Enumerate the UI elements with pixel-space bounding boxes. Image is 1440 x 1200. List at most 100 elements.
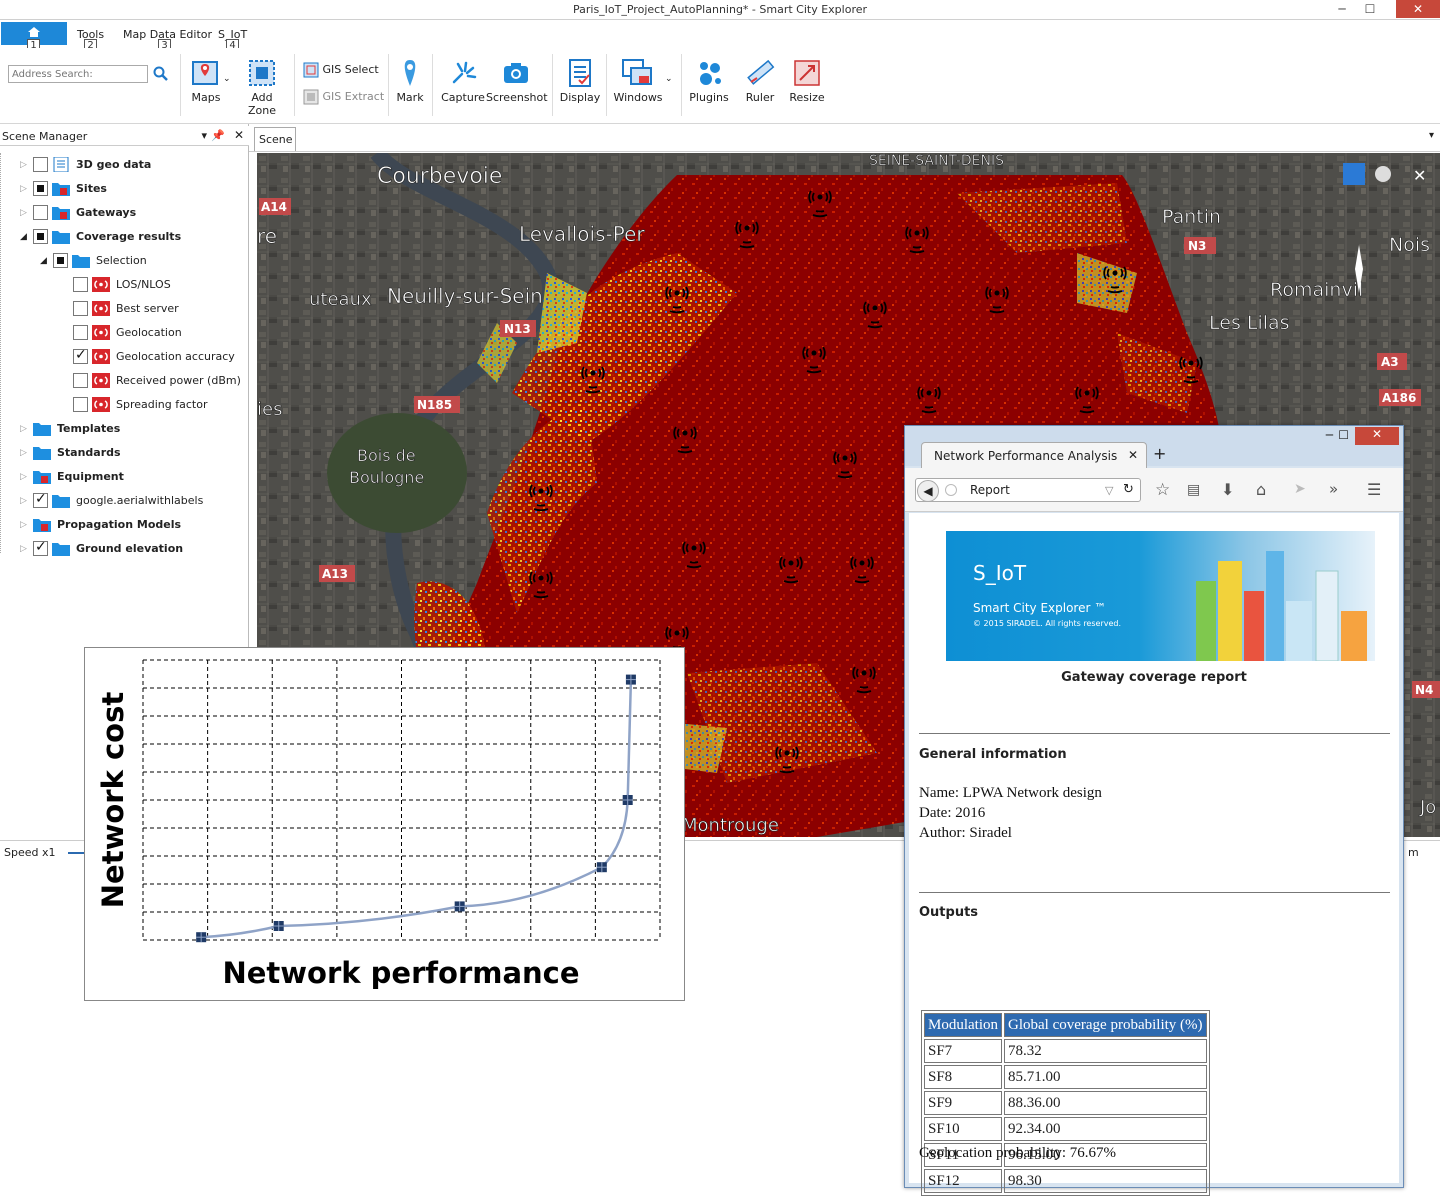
resize-label: Resize (789, 91, 825, 104)
window-titlebar: Paris_IoT_Project_AutoPlanning* - Smart … (0, 0, 1440, 20)
tree-item[interactable]: ▷ Equipment (0, 469, 246, 487)
maps-button[interactable]: Maps (188, 58, 224, 104)
url-dropdown-icon[interactable]: ▽ (1105, 484, 1113, 497)
minimize-button[interactable]: ─ (1328, 0, 1356, 18)
maps-dropdown-icon[interactable]: ⌄ (223, 74, 231, 84)
tree-item[interactable]: ▷google.aerialwithlabels (0, 491, 246, 511)
browser-minimize-button[interactable]: ─ (1326, 428, 1333, 442)
tree-checkbox[interactable] (73, 347, 88, 364)
tree-item[interactable]: LOS/NLOS (0, 277, 246, 295)
table-cell: 85.71.00 (1004, 1065, 1207, 1089)
display-button[interactable]: Display (559, 58, 601, 104)
tree-guide-line (0, 153, 1, 553)
browser-close-button[interactable]: ✕ (1355, 427, 1399, 445)
browser-tab[interactable]: Network Performance Analysis ✕ (921, 442, 1147, 468)
tree-checkbox[interactable] (33, 181, 48, 196)
data-point (196, 932, 207, 943)
ruler-icon (747, 59, 775, 85)
compass-icon[interactable] (1375, 166, 1391, 182)
hamburger-menu-icon[interactable]: ☰ (1367, 480, 1381, 499)
tree-item[interactable]: ▷ Standards (0, 445, 246, 463)
tree-item[interactable]: ▷ 3D geo data (0, 156, 246, 175)
data-point (454, 901, 465, 912)
ruler-button[interactable]: Ruler (742, 58, 778, 104)
gis-select-button[interactable]: GIS Select (303, 62, 379, 78)
ribbon-separator (180, 54, 181, 116)
label-courbevoie: Courbevoie (377, 164, 502, 189)
y-axis-label: Network cost (96, 692, 130, 909)
bookmark-star-icon[interactable]: ☆ (1155, 480, 1170, 500)
screenshot-button[interactable]: Screenshot (486, 58, 548, 104)
tree-checkbox[interactable] (73, 301, 88, 316)
plugins-button[interactable]: Plugins (688, 58, 730, 104)
tree-checkbox[interactable] (33, 157, 48, 172)
reading-list-icon[interactable]: ▤ (1187, 482, 1200, 498)
close-window-button[interactable]: ✕ (1396, 0, 1440, 18)
pin-icon (404, 60, 416, 86)
tree-item[interactable]: Best server (0, 301, 246, 319)
search-icon[interactable] (153, 66, 169, 82)
browser-tab-close-icon[interactable]: ✕ (1128, 448, 1138, 462)
tree-checkbox[interactable] (53, 253, 68, 268)
tree-item[interactable]: ◢ Selection (0, 253, 246, 271)
back-button[interactable]: ◀ (917, 480, 939, 502)
plugins-icon (700, 62, 721, 85)
tree-checkbox[interactable] (73, 373, 88, 388)
tree-item-label: Equipment (57, 470, 124, 483)
new-tab-button[interactable]: + (1153, 444, 1166, 463)
outputs-heading: Outputs (919, 905, 979, 920)
tree-checkbox[interactable] (73, 325, 88, 340)
tree-checkbox[interactable] (73, 277, 88, 292)
map-close-icon[interactable]: ✕ (1413, 166, 1426, 185)
road-n3: N3 (1188, 239, 1206, 253)
globe-icon[interactable] (1343, 163, 1365, 185)
pin-panel-icon[interactable]: 📌 (211, 129, 225, 142)
tab-list-dropdown-icon[interactable]: ▾ (1429, 130, 1434, 141)
table-row: SF7 78.32 (924, 1039, 1207, 1063)
table-cell: SF9 (924, 1091, 1002, 1115)
windows-button[interactable]: Windows (612, 58, 664, 104)
reload-icon[interactable]: ↻ (1123, 482, 1134, 497)
tab-scene[interactable]: Scene (254, 127, 296, 151)
tree-checkbox[interactable] (33, 539, 48, 556)
tree-item[interactable]: Spreading factor (0, 397, 246, 415)
page-info-icon[interactable] (945, 484, 957, 496)
tree-item-label: Selection (96, 254, 147, 267)
send-icon[interactable]: ➤ (1294, 481, 1306, 497)
address-search-input[interactable] (8, 65, 148, 83)
scale-unit: m (1408, 846, 1419, 859)
windows-dropdown-icon[interactable]: ⌄ (665, 74, 673, 84)
tree-checkbox[interactable] (33, 229, 48, 244)
maximize-button[interactable]: ☐ (1356, 0, 1384, 18)
browser-maximize-button[interactable]: ☐ (1338, 428, 1349, 442)
home-button-icon[interactable]: ⌂ (1256, 480, 1266, 499)
tree-item[interactable]: Geolocation accuracy (0, 347, 246, 367)
resize-icon (794, 60, 820, 86)
add-zone-button[interactable]: Add Zone (236, 58, 288, 117)
download-icon[interactable]: ⬇ (1221, 480, 1234, 499)
resize-button[interactable]: Resize (788, 58, 826, 104)
tree-item[interactable]: ▷ Templates (0, 421, 246, 439)
capture-icon (452, 61, 477, 84)
coverage-layer-icon (92, 325, 110, 340)
close-panel-icon[interactable]: ✕ (234, 128, 244, 142)
capture-button[interactable]: Capture (440, 58, 486, 104)
tree-checkbox[interactable] (73, 397, 88, 412)
tree-item[interactable]: ▷Ground elevation (0, 539, 246, 559)
chart-canvas: Network performance Network cost (96, 659, 661, 990)
tree-checkbox[interactable] (33, 205, 48, 220)
maps-label: Maps (191, 91, 221, 104)
tree-item[interactable]: Geolocation (0, 325, 246, 343)
tree-item[interactable]: Received power (dBm) (0, 373, 246, 391)
tree-item[interactable]: ◢ Coverage results (0, 229, 246, 247)
overflow-icon[interactable]: » (1329, 480, 1338, 498)
mark-button[interactable]: Mark (393, 58, 427, 104)
tree-item[interactable]: ▷ Sites (0, 181, 246, 199)
panel-menu-icon[interactable]: ▾ (201, 129, 207, 142)
tree-item[interactable]: ▷ Propagation Models (0, 517, 246, 535)
speed-slider[interactable] (68, 852, 84, 854)
gis-extract-button[interactable]: GIS Extract (303, 89, 384, 105)
report-divider (919, 892, 1390, 893)
tree-item[interactable]: ▷ Gateways (0, 205, 246, 223)
tree-checkbox[interactable] (33, 491, 48, 508)
